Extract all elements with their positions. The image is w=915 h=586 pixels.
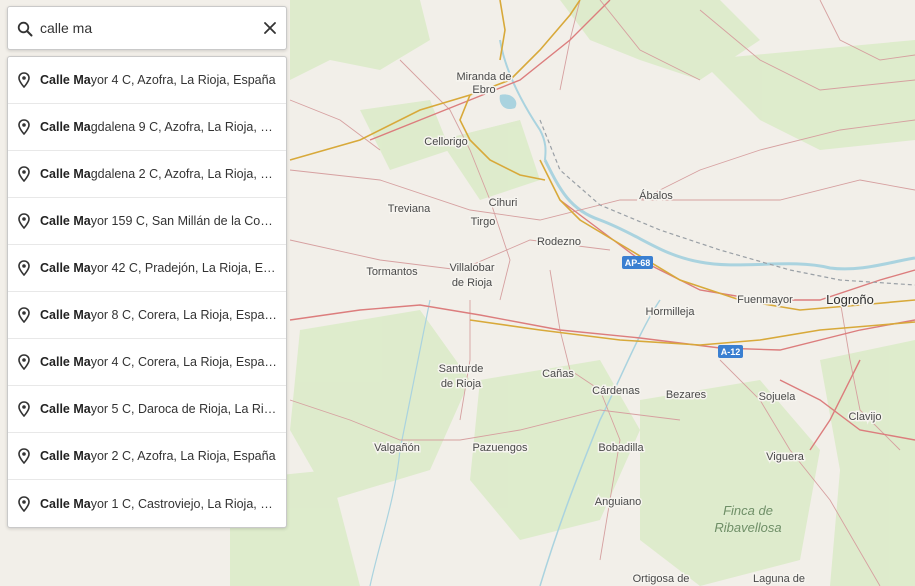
search-result-text: Calle Mayor 2 C, Azofra, La Rioja, Españ… <box>40 449 278 463</box>
label-clavijo: Clavijo <box>848 411 881 423</box>
search-result-text: Calle Magdalena 2 C, Azofra, La Rioja, E… <box>40 167 278 181</box>
search-result-rest: gdalena 2 C, Azofra, La Rioja, España <box>90 167 278 181</box>
label-cihuri: Cihuri <box>489 197 518 209</box>
svg-text:AP-68: AP-68 <box>625 258 651 268</box>
search-result-text: Calle Mayor 42 C, Pradejón, La Rioja, Es… <box>40 261 278 275</box>
search-result-match: Calle Ma <box>40 167 91 181</box>
label-santurde: Santurde <box>439 363 484 375</box>
search-result-item[interactable]: Calle Mayor 159 C, San Millán de la Cogo… <box>8 198 286 245</box>
search-result-rest: yor 2 C, Azofra, La Rioja, España <box>90 449 276 463</box>
label-hormilleja: Hormilleja <box>646 306 696 318</box>
search-result-rest: yor 8 C, Corera, La Rioja, España <box>90 308 278 322</box>
search-result-text: Calle Mayor 5 C, Daroca de Rioja, La Rio… <box>40 402 278 416</box>
search-results-list: Calle Mayor 4 C, Azofra, La Rioja, Españ… <box>7 56 287 528</box>
a12-shield: A-12 <box>718 345 743 358</box>
label-anguiano: Anguiano <box>595 496 642 508</box>
label-viguera: Viguera <box>766 451 805 463</box>
label-ortigosa-de: Ortigosa de <box>633 573 690 585</box>
search-result-match: Calle Ma <box>40 120 91 134</box>
search-result-match: Calle Ma <box>40 355 91 369</box>
search-result-match: Calle Ma <box>40 214 91 228</box>
label-pazuengos: Pazuengos <box>472 442 528 454</box>
label-treviana: Treviana <box>388 203 431 215</box>
label-de-rioja-2: de Rioja <box>441 378 482 390</box>
map-pin-icon <box>18 213 30 229</box>
label-abalos: Ábalos <box>639 189 673 202</box>
label-ebro: Ebro <box>472 84 495 96</box>
label-bobadilla: Bobadilla <box>598 442 644 454</box>
search-result-match: Calle Ma <box>40 402 91 416</box>
search-result-text: Calle Mayor 1 C, Castroviejo, La Rioja, … <box>40 497 278 511</box>
label-cellorigo: Cellorigo <box>424 136 467 148</box>
map-pin-icon <box>18 119 30 135</box>
search-icon <box>17 21 33 37</box>
label-tormantos: Tormantos <box>366 266 418 278</box>
search-result-rest: gdalena 9 C, Azofra, La Rioja, España <box>90 120 278 134</box>
search-result-text: Calle Mayor 159 C, San Millán de la Cogo… <box>40 214 278 228</box>
label-de-rioja-1: de Rioja <box>452 277 493 289</box>
search-result-text: Calle Magdalena 9 C, Azofra, La Rioja, E… <box>40 120 278 134</box>
map-pin-icon <box>18 354 30 370</box>
label-canas: Cañas <box>542 368 574 380</box>
map-pin-icon <box>18 495 30 512</box>
label-sojuela: Sojuela <box>759 391 797 403</box>
label-logrono: Logroño <box>826 292 874 307</box>
close-icon <box>264 22 276 34</box>
search-result-item[interactable]: Calle Mayor 42 C, Pradejón, La Rioja, Es… <box>8 245 286 292</box>
label-cardenas: Cárdenas <box>592 385 640 397</box>
search-result-rest: yor 5 C, Daroca de Rioja, La Rioja, Espa… <box>90 402 278 416</box>
label-tirgo: Tirgo <box>471 216 496 228</box>
search-result-item[interactable]: Calle Mayor 4 C, Azofra, La Rioja, Españ… <box>8 57 286 104</box>
search-result-text: Calle Mayor 8 C, Corera, La Rioja, Españ… <box>40 308 278 322</box>
map-pin-icon <box>18 401 30 417</box>
svg-text:A-12: A-12 <box>721 347 741 357</box>
search-result-item[interactable]: Calle Mayor 5 C, Daroca de Rioja, La Rio… <box>8 386 286 433</box>
label-ribavellosa: Ribavellosa <box>714 520 781 535</box>
label-miranda-de: Miranda de <box>456 71 511 83</box>
map-pin-icon <box>18 166 30 182</box>
clear-search-button[interactable] <box>260 18 280 38</box>
label-rodezno: Rodezno <box>537 236 581 248</box>
search-result-match: Calle Ma <box>40 261 91 275</box>
search-result-rest: yor 4 C, Corera, La Rioja, España <box>90 355 278 369</box>
label-valganon: Valgañón <box>374 442 420 454</box>
search-result-item[interactable]: Calle Mayor 1 C, Castroviejo, La Rioja, … <box>8 480 286 527</box>
search-result-item[interactable]: Calle Mayor 8 C, Corera, La Rioja, Españ… <box>8 292 286 339</box>
search-result-text: Calle Mayor 4 C, Corera, La Rioja, Españ… <box>40 355 278 369</box>
search-result-rest: yor 4 C, Azofra, La Rioja, España <box>90 73 276 87</box>
map-pin-icon <box>18 72 30 88</box>
map-pin-icon <box>18 307 30 323</box>
search-result-text: Calle Mayor 4 C, Azofra, La Rioja, Españ… <box>40 73 278 87</box>
search-result-match: Calle Ma <box>40 496 91 511</box>
label-laguna-de: Laguna de <box>753 573 805 585</box>
search-result-match: Calle Ma <box>40 73 91 87</box>
label-bezares: Bezares <box>666 389 707 401</box>
search-result-item[interactable]: Calle Mayor 4 C, Corera, La Rioja, Españ… <box>8 339 286 386</box>
label-villalobar: Villalobar <box>449 262 494 274</box>
search-result-rest: yor 42 C, Pradejón, La Rioja, España <box>90 261 278 275</box>
search-result-rest: yor 159 C, San Millán de la Cogolla, La … <box>90 214 278 228</box>
search-result-match: Calle Ma <box>40 308 91 322</box>
search-input[interactable] <box>40 15 250 41</box>
search-box[interactable] <box>7 6 287 50</box>
search-result-match: Calle Ma <box>40 449 91 463</box>
map-pin-icon <box>18 448 30 464</box>
search-result-rest: yor 1 C, Castroviejo, La Rioja, España <box>90 496 278 511</box>
search-result-item[interactable]: Calle Mayor 2 C, Azofra, La Rioja, Españ… <box>8 433 286 480</box>
label-fuenmayor: Fuenmayor <box>737 294 793 306</box>
search-result-item[interactable]: Calle Magdalena 2 C, Azofra, La Rioja, E… <box>8 151 286 198</box>
search-result-item[interactable]: Calle Magdalena 9 C, Azofra, La Rioja, E… <box>8 104 286 151</box>
ap68-shield: AP-68 <box>622 256 653 269</box>
map-pin-icon <box>18 260 30 276</box>
label-finca-de: Finca de <box>723 503 773 518</box>
